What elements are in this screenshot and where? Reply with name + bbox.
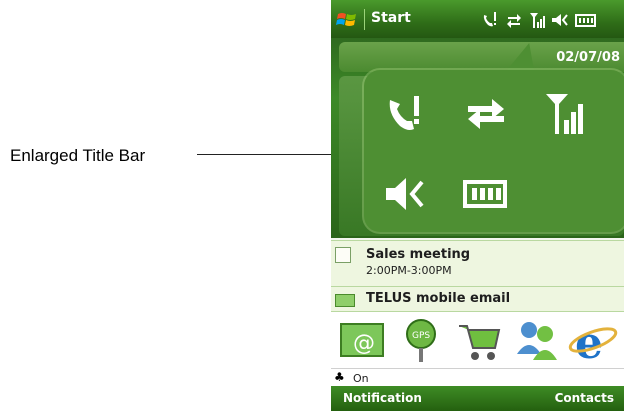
- status-icons[interactable]: [481, 8, 597, 32]
- shopping-cart-icon[interactable]: [453, 314, 505, 366]
- date-bar[interactable]: 02/07/08: [339, 42, 624, 72]
- svg-text:e: e: [575, 318, 603, 366]
- email-icon: [335, 294, 355, 307]
- softkey-left[interactable]: Notification: [343, 391, 422, 405]
- network-icon: ♣: [334, 370, 345, 384]
- battery-icon: [463, 180, 507, 208]
- missed-call-icon: [389, 96, 419, 130]
- email-item[interactable]: TELUS mobile email: [331, 286, 624, 312]
- appointment-title: Sales meeting: [366, 247, 471, 262]
- appointment-item[interactable]: Sales meeting 2:00PM-3:00PM: [331, 240, 624, 287]
- softkey-right[interactable]: Contacts: [555, 391, 614, 405]
- start-separator: [364, 9, 365, 30]
- partial-list-item[interactable]: ♣ On: [331, 368, 624, 387]
- data-sync-icon: [507, 14, 521, 28]
- signal-strength-icon: [530, 13, 545, 28]
- data-sync-icon: [468, 99, 504, 129]
- appointment-time: 2:00PM-3:00PM: [366, 264, 452, 277]
- gps-app-icon[interactable]: GPS: [395, 314, 447, 366]
- title-bar[interactable]: Start: [331, 0, 624, 38]
- internet-explorer-icon[interactable]: e: [567, 314, 619, 366]
- volume-mute-icon: [552, 14, 568, 26]
- app-launcher-row: @ GPS e: [331, 312, 624, 368]
- partial-item-text: On: [353, 372, 369, 385]
- windows-logo-icon[interactable]: [336, 9, 358, 31]
- start-menu-label[interactable]: Start: [371, 10, 411, 26]
- enlarged-title-bar-bubble: [364, 70, 624, 232]
- calendar-icon: [335, 247, 351, 263]
- date-text: 02/07/08: [556, 50, 620, 65]
- volume-mute-icon: [386, 178, 424, 210]
- missed-call-icon: [483, 12, 496, 27]
- email-app-icon[interactable]: @: [337, 314, 389, 366]
- svg-text:@: @: [353, 331, 375, 356]
- svg-text:GPS: GPS: [412, 331, 430, 341]
- enlarged-title-bar-label: Enlarged Title Bar: [10, 146, 146, 165]
- signal-strength-icon: [546, 94, 583, 134]
- contacts-app-icon[interactable]: [511, 314, 563, 366]
- email-title: TELUS mobile email: [366, 291, 511, 306]
- softkey-bar: Notification Contacts: [331, 386, 624, 411]
- battery-icon: [575, 14, 596, 27]
